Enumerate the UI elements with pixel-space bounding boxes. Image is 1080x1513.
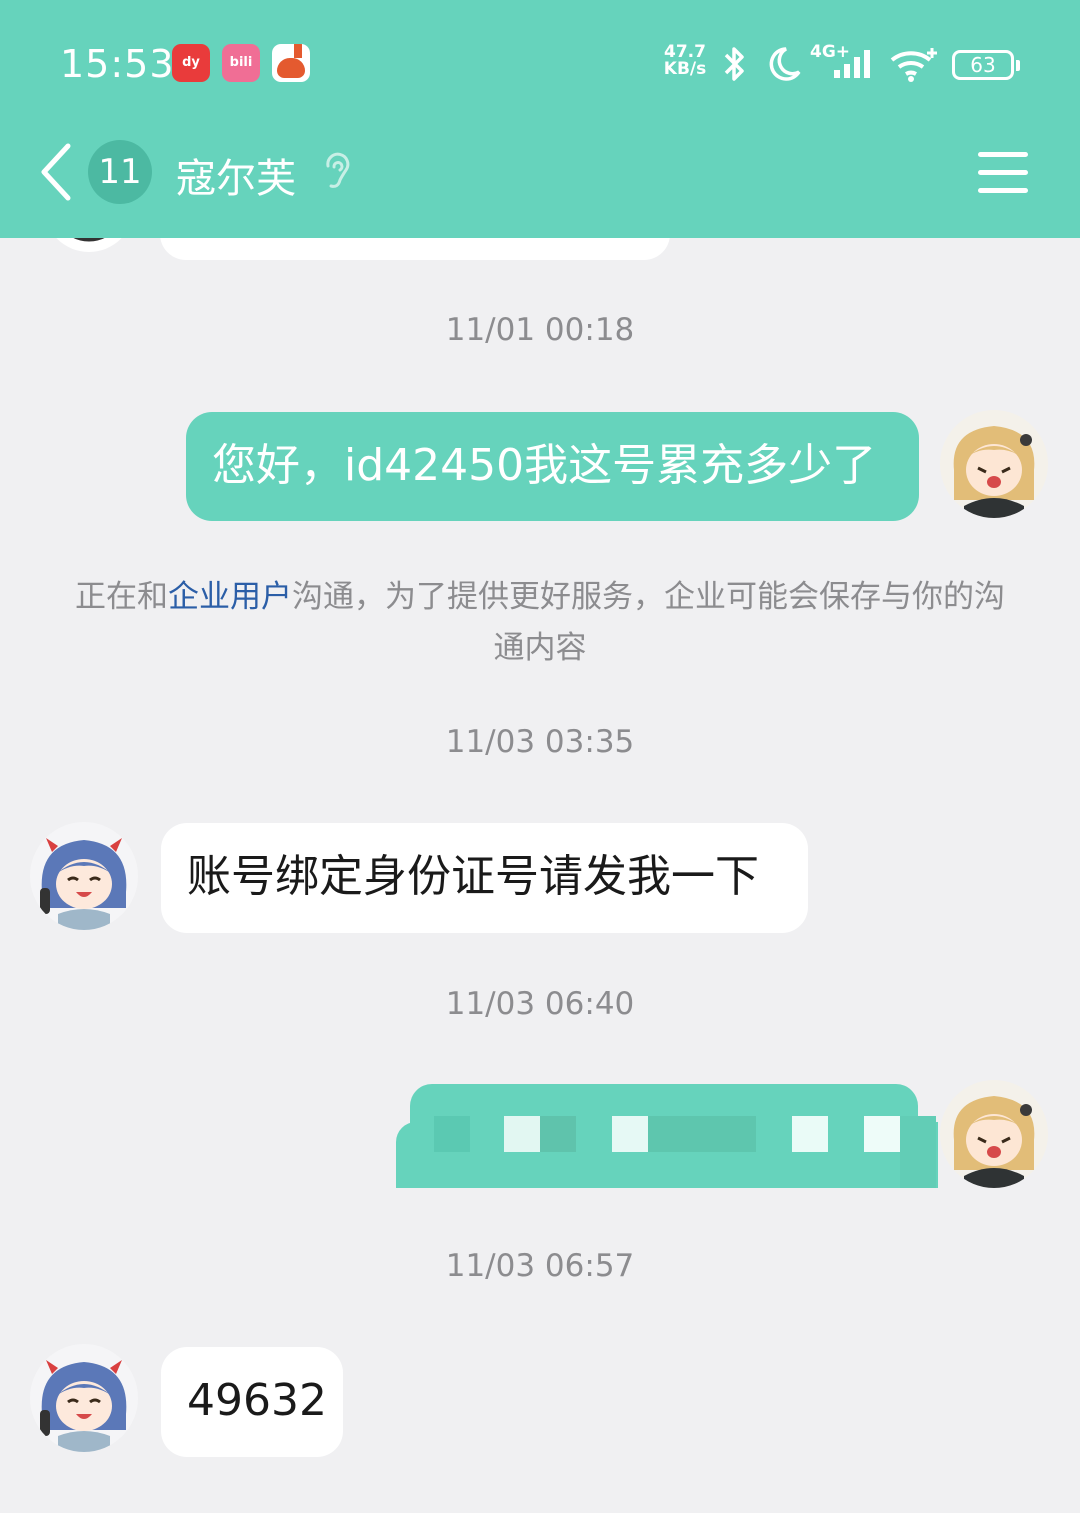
enterprise-notice-prefix: 正在和 [75,579,168,615]
menu-line [978,170,1028,175]
mosaic-block [434,1116,470,1152]
bilibili-app-icon: bili [222,44,260,82]
partner-avatar[interactable] [30,822,138,930]
status-time: 15:53 [60,42,175,86]
enterprise-user-link[interactable]: 企业用户 [168,579,292,615]
network-speed: 47.7 KB/s [658,44,712,78]
unread-count-badge[interactable]: 11 [88,140,152,204]
my-avatar[interactable] [940,1080,1048,1188]
cellular-signal-icon [834,50,870,78]
mosaic-block [540,1116,576,1152]
mosaic-block [504,1116,540,1152]
tomato-novel-app-icon [272,44,310,82]
message-timestamp: 11/03 03:35 [445,724,635,760]
battery-indicator: 63 [952,50,1020,80]
top-bar: 15:53 dy bili 47.7 KB/s 4G+ 63 11 寇尔芙 [0,0,1080,238]
my-avatar[interactable] [940,410,1048,518]
message-text: 账号绑定身份证号请发我一下 [187,851,759,902]
earpiece-mode-icon[interactable] [322,152,352,192]
message-timestamp: 11/03 06:40 [445,986,635,1022]
message-text: 49632 [187,1375,327,1426]
chat-screen: 15:53 dy bili 47.7 KB/s 4G+ 63 11 寇尔芙 11… [0,0,1080,1513]
menu-line [978,152,1028,157]
chat-title[interactable]: 寇尔芙 [176,146,296,204]
incoming-message-bubble[interactable]: 49632 [161,1347,343,1457]
bluetooth-icon [724,47,744,81]
menu-button[interactable] [978,150,1030,194]
message-timestamp: 11/03 06:57 [445,1248,635,1284]
outgoing-message-bubble-censored[interactable] [396,1084,938,1188]
wifi-icon [890,48,937,82]
mosaic-block [648,1116,756,1152]
enterprise-notice-suffix: 沟通，为了提供更好服务，企业可能会保存与你的沟通内容 [292,579,1005,666]
menu-line [978,188,1028,193]
incoming-message-bubble[interactable]: 账号绑定身份证号请发我一下 [161,823,808,933]
mosaic-block [612,1116,648,1152]
mosaic-block [864,1116,900,1152]
message-text: 您好，id42450我这号累充多少了 [212,440,877,491]
back-arrow-icon[interactable] [38,142,78,202]
mosaic-block [792,1116,828,1152]
mosaic-block [900,1116,936,1188]
enterprise-notice: 正在和企业用户沟通，为了提供更好服务，企业可能会保存与你的沟通内容 [70,572,1010,674]
partner-avatar[interactable] [30,1344,138,1452]
message-timestamp: 11/01 00:18 [445,312,635,348]
network-speed-unit: KB/s [663,59,707,79]
outgoing-message-bubble[interactable]: 您好，id42450我这号累充多少了 [186,412,919,521]
do-not-disturb-moon-icon [769,47,801,81]
dy-ai-app-icon: dy [172,44,210,82]
